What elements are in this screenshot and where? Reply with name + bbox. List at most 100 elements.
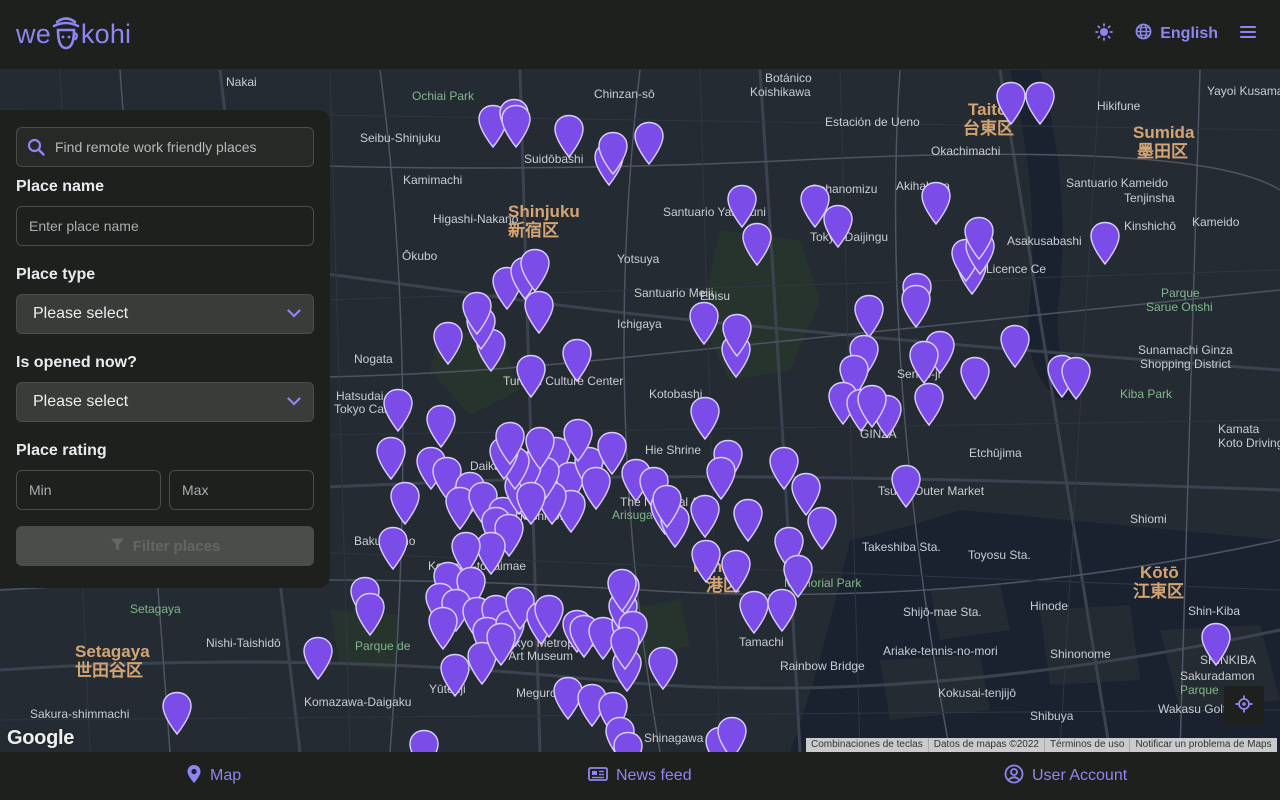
place-marker-pin[interactable]	[822, 204, 854, 248]
map-label: Kinshichō	[1124, 219, 1177, 233]
place-marker-pin[interactable]	[609, 626, 641, 670]
opened-now-value: Please select	[33, 393, 129, 410]
place-type-select[interactable]: Please select	[16, 294, 314, 334]
place-marker-pin[interactable]	[408, 729, 440, 752]
place-marker-pin[interactable]	[561, 338, 593, 382]
place-marker-pin[interactable]	[377, 526, 409, 570]
place-marker-pin[interactable]	[721, 313, 753, 357]
place-marker-pin[interactable]	[856, 384, 888, 428]
nav-news-feed[interactable]: News feed	[588, 752, 692, 800]
place-marker-pin[interactable]	[716, 716, 748, 752]
place-marker-pin[interactable]	[427, 606, 459, 650]
rating-min-input[interactable]	[16, 470, 161, 510]
place-marker-pin[interactable]	[890, 464, 922, 508]
place-marker-pin[interactable]	[633, 121, 665, 165]
place-marker-pin[interactable]	[562, 418, 594, 462]
map-label: Tamachi	[739, 635, 784, 649]
map-label: Sarue Onshi	[1146, 300, 1213, 314]
language-selector[interactable]: English	[1135, 23, 1218, 45]
rating-max-input[interactable]	[169, 470, 314, 510]
attribution-terms[interactable]: Términos de uso	[1043, 738, 1129, 752]
place-marker-pin[interactable]	[690, 539, 722, 583]
app-logo[interactable]: we kohi	[16, 14, 131, 54]
map-label: Shin-Kiba	[1188, 604, 1241, 618]
place-marker-pin[interactable]	[461, 291, 493, 335]
place-marker-pin[interactable]	[651, 484, 683, 528]
place-marker-pin[interactable]	[920, 181, 952, 225]
place-marker-pin[interactable]	[432, 321, 464, 365]
search-box[interactable]	[16, 127, 314, 167]
map-label: Kiba Park	[1120, 387, 1173, 401]
place-marker-pin[interactable]	[995, 81, 1027, 125]
place-marker-pin[interactable]	[999, 324, 1031, 368]
place-marker-pin[interactable]	[647, 646, 679, 690]
map-label: Parque	[1161, 286, 1200, 300]
place-marker-pin[interactable]	[1060, 356, 1092, 400]
place-marker-pin[interactable]	[688, 301, 720, 345]
place-marker-pin[interactable]	[500, 104, 532, 148]
place-marker-pin[interactable]	[1200, 622, 1232, 666]
place-marker-pin[interactable]	[689, 396, 721, 440]
place-marker-pin[interactable]	[382, 388, 414, 432]
place-marker-pin[interactable]	[738, 590, 770, 634]
place-marker-pin[interactable]	[908, 340, 940, 384]
hamburger-icon[interactable]	[1240, 24, 1256, 45]
place-marker-pin[interactable]	[720, 549, 752, 593]
map-label: Sunamachi Ginza	[1138, 343, 1233, 357]
map-attribution: Combinaciones de teclas Datos de mapas ©…	[806, 738, 1277, 752]
place-marker-pin[interactable]	[913, 382, 945, 426]
place-marker-pin[interactable]	[1089, 221, 1121, 265]
place-marker-pin[interactable]	[375, 436, 407, 480]
place-name-input[interactable]	[16, 206, 314, 246]
app-header: we kohi English	[0, 0, 1280, 70]
place-marker-pin[interactable]	[161, 691, 193, 735]
place-marker-pin[interactable]	[606, 568, 638, 612]
map-label: Meguro	[516, 686, 557, 700]
place-marker-pin[interactable]	[1024, 81, 1056, 125]
place-marker-pin[interactable]	[354, 592, 386, 636]
filter-icon	[110, 537, 125, 556]
logo-text-left: we	[16, 18, 51, 49]
place-marker-pin[interactable]	[524, 426, 556, 470]
place-marker-pin[interactable]	[612, 731, 644, 752]
place-marker-pin[interactable]	[853, 294, 885, 338]
filter-places-button[interactable]: Filter places	[16, 526, 314, 566]
place-marker-pin[interactable]	[597, 131, 629, 175]
place-marker-pin[interactable]	[741, 222, 773, 266]
my-location-button[interactable]	[1224, 686, 1264, 726]
nav-map[interactable]: Map	[186, 752, 241, 800]
sun-icon[interactable]	[1095, 22, 1114, 46]
place-marker-pin[interactable]	[766, 588, 798, 632]
nav-news-feed-label: News feed	[616, 767, 692, 784]
nav-map-label: Map	[210, 767, 242, 784]
place-marker-pin[interactable]	[553, 114, 585, 158]
place-marker-pin[interactable]	[768, 446, 800, 490]
newspaper-icon	[588, 766, 608, 787]
map-label: Nakai	[226, 75, 257, 89]
map-label: Setagaya	[75, 642, 150, 661]
nav-user-account[interactable]: User Account	[1004, 752, 1127, 800]
place-marker-pin[interactable]	[689, 494, 721, 538]
place-marker-pin[interactable]	[900, 284, 932, 328]
map-label: Shinonome	[1050, 647, 1111, 661]
place-marker-pin[interactable]	[732, 498, 764, 542]
place-marker-pin[interactable]	[963, 216, 995, 260]
place-marker-pin[interactable]	[494, 421, 526, 465]
place-marker-pin[interactable]	[485, 622, 517, 666]
place-marker-pin[interactable]	[519, 248, 551, 292]
attribution-report[interactable]: Notificar un problema de Maps	[1129, 738, 1276, 752]
place-rating-label: Place rating	[16, 442, 107, 459]
place-marker-pin[interactable]	[959, 356, 991, 400]
map-label: Toyosu Sta.	[968, 548, 1031, 562]
search-input[interactable]	[55, 139, 305, 155]
attribution-shortcuts[interactable]: Combinaciones de teclas	[806, 738, 928, 752]
opened-now-select[interactable]: Please select	[16, 382, 314, 422]
map-label: Chinzan-sō	[594, 87, 655, 101]
place-marker-pin[interactable]	[705, 456, 737, 500]
place-marker-pin[interactable]	[425, 404, 457, 448]
map-label: Parque	[1180, 683, 1219, 697]
map-label: Rainbow Bridge	[780, 659, 865, 673]
place-marker-pin[interactable]	[302, 636, 334, 680]
map-label: Estación de Ueno	[825, 115, 920, 129]
place-marker-pin[interactable]	[515, 354, 547, 398]
